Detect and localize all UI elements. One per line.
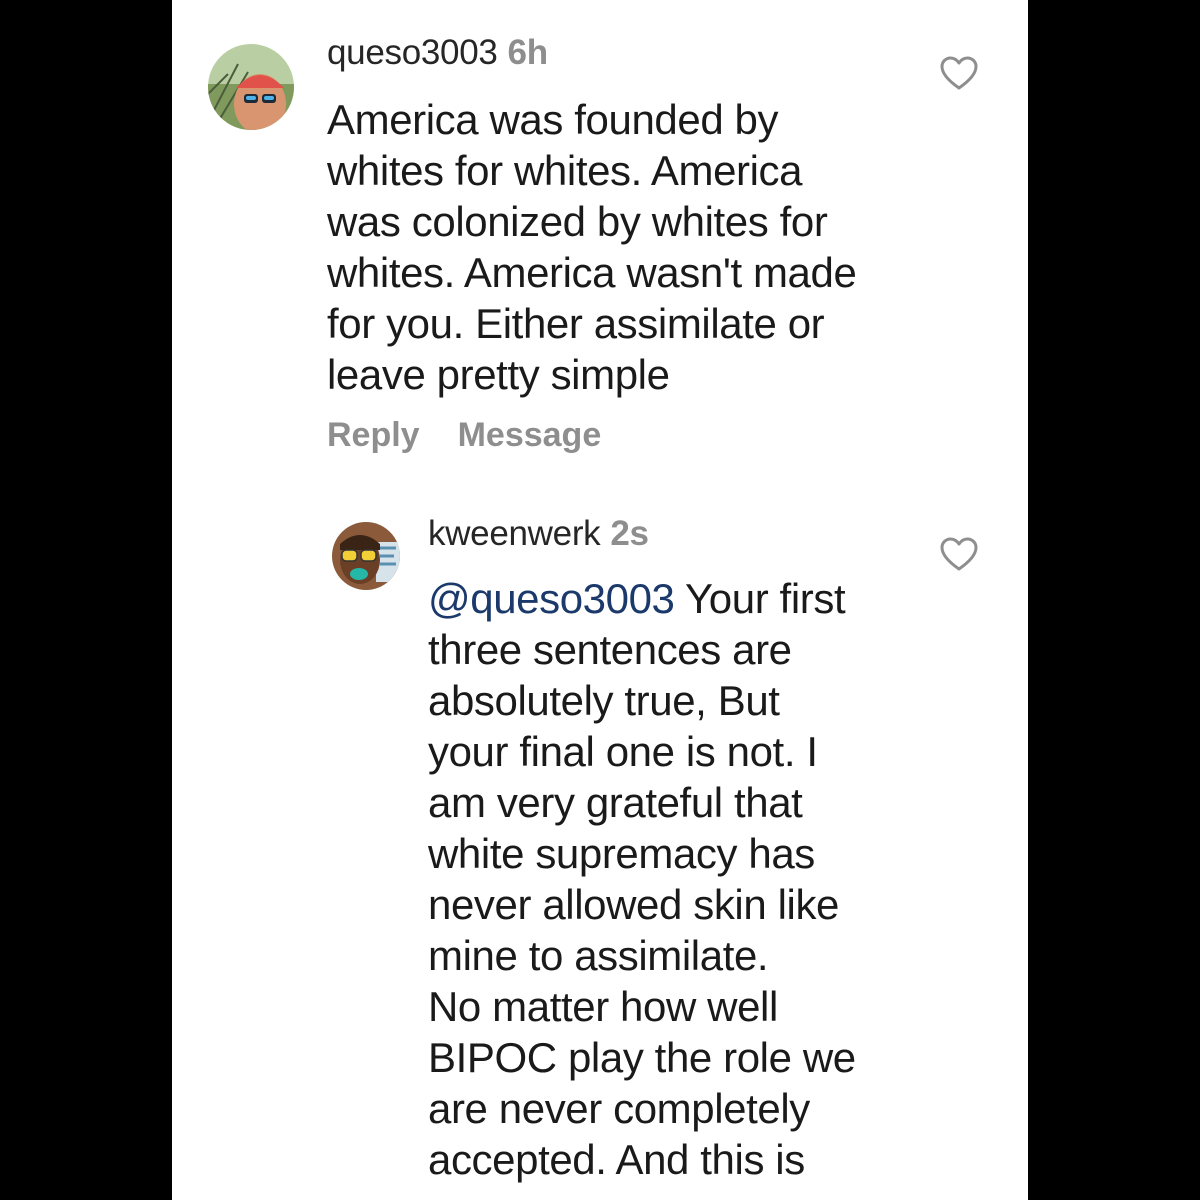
comment-line: absolutely true, But [428,677,780,724]
avatar[interactable] [332,522,400,590]
comment-queso3003: queso3003 6h America was founded by white… [172,0,1028,470]
comment-line: never allowed skin like [428,881,840,928]
comment-line: leave pretty simple [327,351,670,398]
comment-kweenwerk: kweenwerk 2s @queso3003 Your first three … [172,470,1028,1200]
comment-line: three sentences are [428,626,792,673]
comment-line: @queso3003 Your first [428,573,928,624]
heart-outline-icon[interactable] [940,56,978,92]
mention-link[interactable]: @queso3003 [428,575,675,622]
comment-line: BIPOC play the role we [428,1034,856,1081]
avatar[interactable] [208,44,294,130]
comment-line: are never completely [428,1085,810,1132]
comment-actions: Reply Message [327,416,639,455]
timestamp: 6h [507,33,549,72]
heart-outline-icon[interactable] [940,537,978,573]
comment-line: was colonized by whites for [327,198,828,245]
username[interactable]: queso3003 [327,33,498,72]
username[interactable]: kweenwerk [428,514,601,553]
timestamp: 2s [610,514,649,553]
comment-line-rest: Your first [674,575,846,622]
profile-avatar-yellow-glasses-icon [332,522,400,590]
comment-line: No matter how well [428,983,778,1030]
comment-line: your final one is not. I [428,728,818,775]
reply-button[interactable]: Reply [327,416,420,454]
comment-text: America was founded by whites for whites… [327,94,927,400]
comment-line: America was founded by [327,96,779,143]
comment-line: whites. America wasn't made [327,249,857,296]
message-button[interactable]: Message [458,416,602,454]
comment-line: am very grateful that [428,779,803,826]
comment-line: mine to assimilate. [428,932,769,979]
comment-line: whites for whites. America [327,147,803,194]
comment-text: @queso3003 Your first three sentences ar… [428,573,928,1185]
comment-header: queso3003 6h [327,33,548,73]
comment-line: accepted. And this is [428,1136,805,1183]
comment-line: for you. Either assimilate or [327,300,825,347]
comment-line: white supremacy has [428,830,815,877]
comments-screen: queso3003 6h America was founded by white… [172,0,1028,1200]
profile-avatar-red-cap-icon [208,44,294,130]
comment-header: kweenwerk 2s [428,514,649,554]
